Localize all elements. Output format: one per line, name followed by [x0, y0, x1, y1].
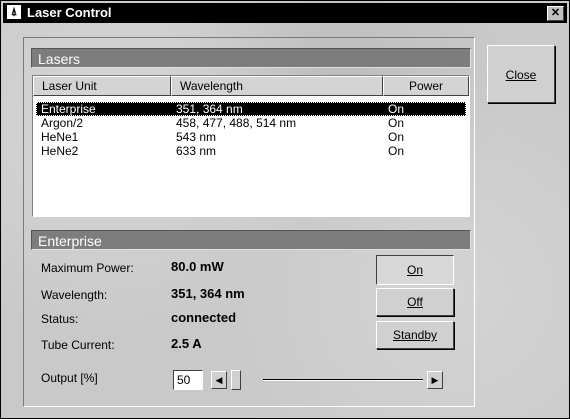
laser-standby-button[interactable]: Standby: [376, 321, 454, 349]
column-header-wavelength[interactable]: Wavelength: [171, 76, 383, 96]
laser-list[interactable]: Laser Unit Wavelength Power Enterprise 3…: [32, 75, 470, 217]
standby-button-label: Standby: [392, 328, 438, 342]
slider-left-arrow-icon[interactable]: ◀: [211, 371, 227, 389]
laser-wavelength-cell: 351, 364 nm: [176, 102, 243, 116]
laser-unit-cell: Argon/2: [41, 116, 84, 130]
laser-off-button[interactable]: Off: [376, 288, 454, 316]
laser-control-window: ⍋ Laser Control ✕ Lasers Laser Unit Wave…: [0, 0, 570, 419]
column-header-power[interactable]: Power: [383, 76, 469, 96]
laser-row-hene2[interactable]: HeNe2 633 nm On: [36, 144, 466, 158]
tube-current-value: 2.5 A: [171, 336, 202, 351]
laser-power-cell: On: [388, 130, 405, 144]
laser-wavelength-cell: 633 nm: [176, 144, 217, 158]
status-value: connected: [171, 310, 237, 325]
slider-right-arrow-icon[interactable]: ▶: [427, 371, 443, 389]
laser-unit-cell: Enterprise: [41, 102, 96, 116]
status-label: Status:: [41, 312, 79, 326]
wavelength-label: Wavelength:: [41, 288, 108, 302]
lasers-section-header: Lasers: [31, 48, 471, 68]
output-label: Output [%]: [41, 371, 98, 385]
selected-laser-header: Enterprise: [31, 230, 471, 250]
close-window-icon[interactable]: ✕: [547, 6, 564, 21]
laser-unit-cell: HeNe1: [41, 130, 79, 144]
output-slider-track[interactable]: [263, 379, 423, 381]
output-slider-thumb[interactable]: [231, 370, 241, 390]
max-power-label: Maximum Power:: [41, 261, 134, 275]
output-percent-field[interactable]: 50: [173, 370, 203, 390]
laser-row-hene1[interactable]: HeNe1 543 nm On: [36, 130, 466, 144]
tube-current-label: Tube Current:: [41, 338, 115, 352]
laser-power-cell: On: [388, 144, 405, 158]
laser-wavelength-cell: 458, 477, 488, 514 nm: [176, 116, 297, 130]
off-button-label: Off: [407, 295, 423, 309]
column-header-laser-unit[interactable]: Laser Unit: [33, 76, 171, 96]
close-button-label: Close: [505, 68, 537, 82]
max-power-value: 80.0 mW: [171, 259, 224, 274]
wavelength-value: 351, 364 nm: [171, 286, 245, 301]
window-title: Laser Control: [27, 5, 112, 20]
laser-power-cell: On: [388, 116, 405, 130]
laser-row-enterprise[interactable]: Enterprise 351, 364 nm On: [36, 102, 466, 116]
laser-wavelength-cell: 543 nm: [176, 130, 217, 144]
title-bar: ⍋ Laser Control ✕: [3, 3, 567, 23]
laser-unit-cell: HeNe2: [41, 144, 79, 158]
on-button-label: On: [406, 263, 423, 277]
laser-app-icon: ⍋: [7, 5, 21, 19]
laser-row-argon2[interactable]: Argon/2 458, 477, 488, 514 nm On: [36, 116, 466, 130]
close-button[interactable]: Close: [487, 45, 555, 103]
laser-on-button[interactable]: On: [376, 255, 454, 285]
laser-power-cell: On: [388, 102, 405, 116]
